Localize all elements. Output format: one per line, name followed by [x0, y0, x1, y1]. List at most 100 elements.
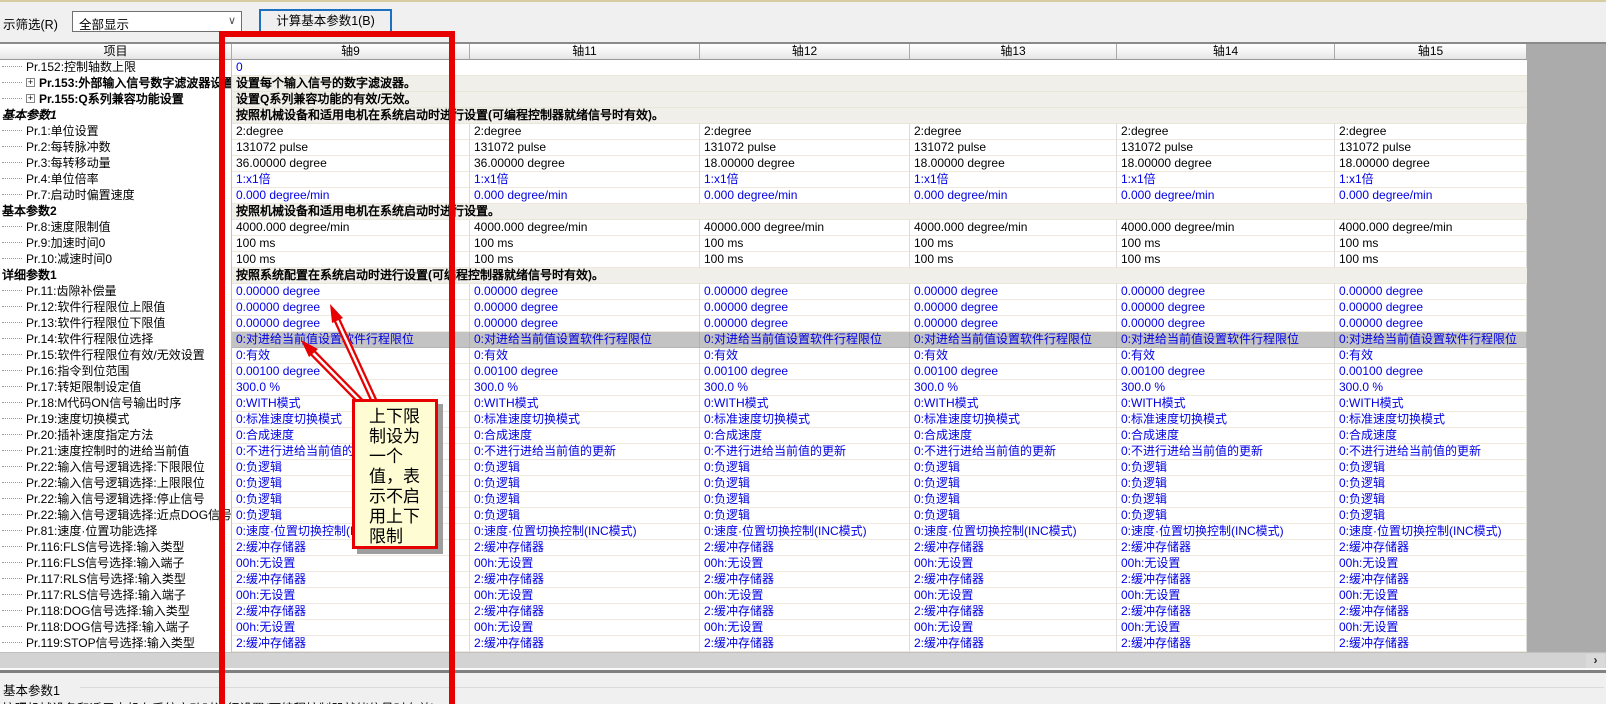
value-cell[interactable]: 0:WITH模式	[910, 396, 1117, 412]
value-cell[interactable]: 0:负逻辑	[470, 492, 700, 508]
column-header-axis-轴12[interactable]: 轴12	[700, 44, 910, 60]
item-cell[interactable]: Pr.21:速度控制时的进给当前值	[0, 444, 232, 460]
value-cell[interactable]: 300.0 %	[1117, 380, 1335, 396]
value-cell[interactable]: 2:缓冲存储器	[232, 636, 470, 652]
value-cell[interactable]: 36.00000 degree	[470, 156, 700, 172]
item-cell[interactable]: 详细参数1	[0, 268, 232, 284]
value-cell[interactable]: 0:合成速度	[700, 428, 910, 444]
value-cell[interactable]: 100 ms	[1117, 252, 1335, 268]
value-cell[interactable]: 2:缓冲存储器	[232, 604, 470, 620]
value-cell[interactable]: 0.000 degree/min	[470, 188, 700, 204]
value-cell[interactable]: 4000.000 degree/min	[470, 220, 700, 236]
value-cell[interactable]: 300.0 %	[470, 380, 700, 396]
value-cell[interactable]: 1:x1倍	[1117, 172, 1335, 188]
value-cell[interactable]: 0:标准速度切换模式	[700, 412, 910, 428]
value-cell[interactable]: 2:缓冲存储器	[910, 572, 1117, 588]
value-cell[interactable]: 0:不进行进给当前值的更新	[1117, 444, 1335, 460]
value-cell[interactable]: 2:缓冲存储器	[1335, 604, 1527, 620]
value-cell[interactable]: 0.00000 degree	[232, 316, 470, 332]
value-cell[interactable]: 0:不进行进给当前值的更新	[470, 444, 700, 460]
value-cell[interactable]: 100 ms	[700, 236, 910, 252]
value-cell[interactable]: 0:负逻辑	[700, 492, 910, 508]
item-cell[interactable]: Pr.117:RLS信号选择:输入类型	[0, 572, 232, 588]
value-cell[interactable]: 0:合成速度	[1117, 428, 1335, 444]
value-cell[interactable]: 00h:无设置	[470, 588, 700, 604]
value-cell[interactable]: 131072 pulse	[232, 140, 470, 156]
value-cell[interactable]: 00h:无设置	[470, 556, 700, 572]
value-cell[interactable]: 0:对进给当前值设置软件行程限位	[700, 332, 910, 348]
value-cell[interactable]: 0.00100 degree	[232, 364, 470, 380]
item-cell[interactable]: Pr.11:齿隙补偿量	[0, 284, 232, 300]
item-cell[interactable]: Pr.10:减速时间0	[0, 252, 232, 268]
scroll-right-button[interactable]: ›	[1586, 654, 1605, 668]
item-cell[interactable]: +Pr.155:Q系列兼容功能设置	[0, 92, 232, 108]
value-cell[interactable]: 00h:无设置	[1335, 620, 1527, 636]
value-cell[interactable]: 00h:无设置	[1117, 620, 1335, 636]
value-cell[interactable]: 4000.000 degree/min	[1117, 220, 1335, 236]
column-header-item[interactable]: 项目	[0, 44, 232, 60]
item-cell[interactable]: Pr.116:FLS信号选择:输入端子	[0, 556, 232, 572]
value-cell[interactable]: 00h:无设置	[232, 588, 470, 604]
value-cell[interactable]: 100 ms	[700, 252, 910, 268]
value-cell[interactable]: 100 ms	[1117, 236, 1335, 252]
value-cell[interactable]: 0:负逻辑	[700, 508, 910, 524]
value-cell[interactable]: 2:degree	[232, 124, 470, 140]
value-cell[interactable]: 0:负逻辑	[1335, 476, 1527, 492]
value-cell[interactable]: 1:x1倍	[232, 172, 470, 188]
value-cell[interactable]: 0:合成速度	[470, 428, 700, 444]
value-cell[interactable]: 0.00000 degree	[910, 316, 1117, 332]
value-cell[interactable]: 0.00000 degree	[1335, 316, 1527, 332]
item-cell[interactable]: Pr.9:加速时间0	[0, 236, 232, 252]
value-cell[interactable]: 2:缓冲存储器	[1117, 604, 1335, 620]
value-cell[interactable]: 0:速度·位置切换控制(INC模式)	[1117, 524, 1335, 540]
item-cell[interactable]: Pr.3:每转移动量	[0, 156, 232, 172]
item-cell[interactable]: Pr.14:软件行程限位选择	[0, 332, 232, 348]
value-cell[interactable]: 2:缓冲存储器	[910, 604, 1117, 620]
value-cell[interactable]: 0:有效	[910, 348, 1117, 364]
item-cell[interactable]: Pr.12:软件行程限位上限值	[0, 300, 232, 316]
horizontal-scrollbar[interactable]: ›	[0, 652, 1606, 668]
value-cell[interactable]: 0:有效	[1117, 348, 1335, 364]
value-cell[interactable]: 0.00100 degree	[910, 364, 1117, 380]
value-cell[interactable]: 0.00000 degree	[910, 284, 1117, 300]
item-cell[interactable]: Pr.152:控制轴数上限	[0, 60, 232, 76]
value-cell[interactable]: 0.000 degree/min	[700, 188, 910, 204]
column-header-axis-轴13[interactable]: 轴13	[910, 44, 1117, 60]
value-cell[interactable]: 1:x1倍	[700, 172, 910, 188]
item-cell[interactable]: 基本参数2	[0, 204, 232, 220]
value-cell[interactable]: 0:不进行进给当前值的更新	[1335, 444, 1527, 460]
value-cell[interactable]: 0.00000 degree	[470, 284, 700, 300]
value-cell[interactable]: 0:WITH模式	[1117, 396, 1335, 412]
value-cell[interactable]: 0:负逻辑	[910, 476, 1117, 492]
item-cell[interactable]: Pr.20:插补速度指定方法	[0, 428, 232, 444]
value-cell[interactable]: 0:负逻辑	[910, 460, 1117, 476]
value-cell[interactable]: 0:标准速度切换模式	[910, 412, 1117, 428]
value-cell[interactable]: 2:缓冲存储器	[1335, 636, 1527, 652]
item-cell[interactable]: Pr.15:软件行程限位有效/无效设置	[0, 348, 232, 364]
value-cell[interactable]: 0.000 degree/min	[1335, 188, 1527, 204]
value-cell[interactable]: 00h:无设置	[700, 588, 910, 604]
value-cell[interactable]: 0:有效	[1335, 348, 1527, 364]
value-cell[interactable]: 0:不进行进给当前值的更新	[910, 444, 1117, 460]
value-cell[interactable]: 131072 pulse	[1117, 140, 1335, 156]
item-cell[interactable]: Pr.22:输入信号逻辑选择:下限限位	[0, 460, 232, 476]
value-cell[interactable]: 0.00000 degree	[1117, 316, 1335, 332]
value-cell[interactable]: 0:负逻辑	[1117, 476, 1335, 492]
value-cell[interactable]: 0:有效	[700, 348, 910, 364]
value-cell[interactable]: 0:负逻辑	[1335, 460, 1527, 476]
value-cell[interactable]: 0.00000 degree	[700, 316, 910, 332]
value-cell[interactable]: 0:速度·位置切换控制(INC模式)	[910, 524, 1117, 540]
value-cell[interactable]: 131072 pulse	[470, 140, 700, 156]
value-cell[interactable]: 131072 pulse	[1335, 140, 1527, 156]
value-cell[interactable]: 0.00000 degree	[1335, 284, 1527, 300]
value-cell[interactable]: 2:degree	[1117, 124, 1335, 140]
value-cell[interactable]: 100 ms	[1335, 252, 1527, 268]
value-cell[interactable]: 0:负逻辑	[910, 508, 1117, 524]
value-cell[interactable]: 2:缓冲存储器	[470, 572, 700, 588]
display-filter-combobox[interactable]: 全部显示 ∨	[72, 11, 242, 32]
value-cell[interactable]: 0:负逻辑	[470, 460, 700, 476]
item-cell[interactable]: Pr.22:输入信号逻辑选择:停止信号	[0, 492, 232, 508]
value-cell[interactable]: 0:标准速度切换模式	[1117, 412, 1335, 428]
value-cell[interactable]: 300.0 %	[910, 380, 1117, 396]
value-cell[interactable]: 0:负逻辑	[470, 508, 700, 524]
